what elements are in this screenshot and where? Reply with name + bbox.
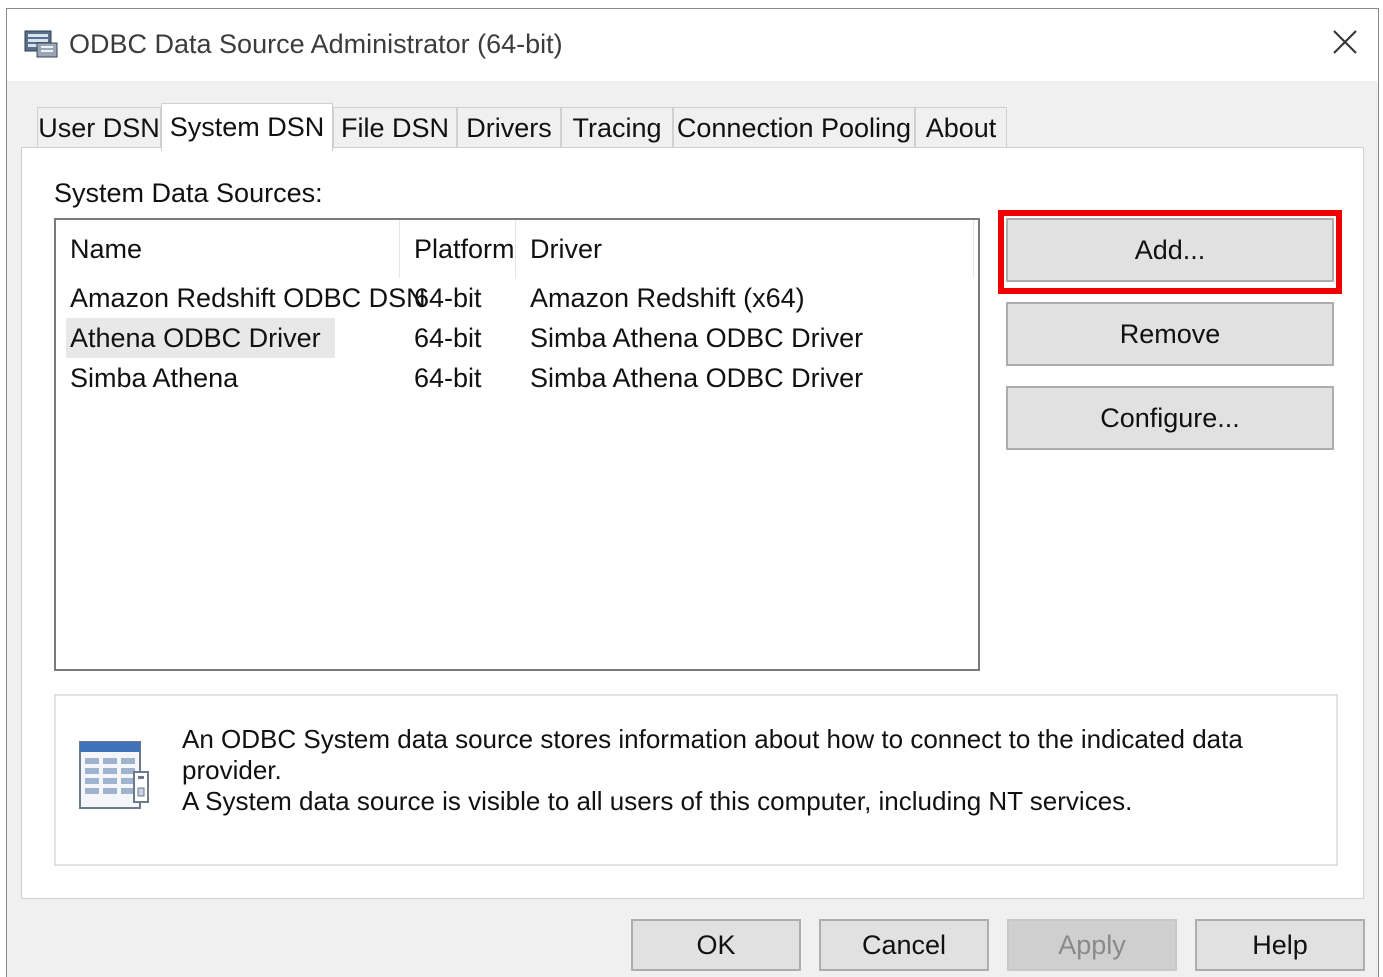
tab-connection-pooling[interactable]: Connection Pooling (673, 107, 915, 149)
tab-user-dsn[interactable]: User DSN (37, 107, 161, 149)
remove-button[interactable]: Remove (1006, 302, 1334, 366)
tab-drivers[interactable]: Drivers (457, 107, 561, 149)
help-button[interactable]: Help (1195, 919, 1365, 971)
ok-button[interactable]: OK (631, 919, 801, 971)
info-line-1: An ODBC System data source stores inform… (182, 724, 1243, 785)
dsn-name: Athena ODBC Driver (66, 318, 335, 358)
column-header-driver[interactable]: Driver (516, 220, 974, 278)
dsn-platform: 64-bit (414, 322, 482, 353)
list-item[interactable]: Simba Athena 64-bit Simba Athena ODBC Dr… (56, 358, 976, 398)
tab-file-dsn[interactable]: File DSN (333, 107, 457, 149)
list-item[interactable]: Amazon Redshift ODBC DSN 64-bit Amazon R… (56, 278, 976, 318)
add-button[interactable]: Add... (1006, 218, 1334, 282)
system-data-sources-label: System Data Sources: (54, 178, 323, 208)
list-item[interactable]: Athena ODBC Driver 64-bit Simba Athena O… (56, 318, 976, 358)
close-icon (1332, 29, 1358, 60)
odbc-admin-window: ODBC Data Source Administrator (64-bit) … (6, 8, 1379, 977)
column-header-platform[interactable]: Platform (400, 220, 516, 278)
cancel-button[interactable]: Cancel (819, 919, 989, 971)
close-button[interactable] (1322, 21, 1368, 67)
dsn-name: Amazon Redshift ODBC DSN (70, 282, 426, 313)
window-title: ODBC Data Source Administrator (64-bit) (69, 29, 563, 59)
apply-button[interactable]: Apply (1007, 919, 1177, 971)
dsn-platform: 64-bit (414, 362, 482, 393)
dsn-name: Simba Athena (70, 362, 239, 393)
tab-strip: User DSN System DSN File DSN Drivers Tra… (21, 103, 1121, 151)
column-header-name[interactable]: Name (56, 220, 400, 278)
list-header: Name Platform Driver (56, 220, 976, 278)
data-source-list[interactable]: Name Platform Driver Amazon Redshift ODB… (54, 218, 980, 671)
tab-system-dsn[interactable]: System DSN (161, 103, 333, 151)
data-source-icon (76, 732, 152, 814)
tab-about[interactable]: About (915, 107, 1007, 149)
dsn-platform: 64-bit (414, 282, 482, 313)
odbc-admin-icon (23, 27, 59, 59)
dsn-driver: Amazon Redshift (x64) (530, 282, 805, 313)
configure-button[interactable]: Configure... (1006, 386, 1334, 450)
title-bar: ODBC Data Source Administrator (64-bit) (7, 9, 1378, 81)
info-line-2: A System data source is visible to all u… (182, 786, 1133, 816)
info-description: An ODBC System data source stores inform… (182, 724, 1336, 817)
tab-tracing[interactable]: Tracing (561, 107, 673, 149)
info-box: An ODBC System data source stores inform… (54, 694, 1338, 866)
dsn-driver: Simba Athena ODBC Driver (530, 362, 864, 393)
system-dsn-panel: System Data Sources: Name Platform Drive… (21, 147, 1364, 899)
dsn-driver: Simba Athena ODBC Driver (530, 322, 864, 353)
